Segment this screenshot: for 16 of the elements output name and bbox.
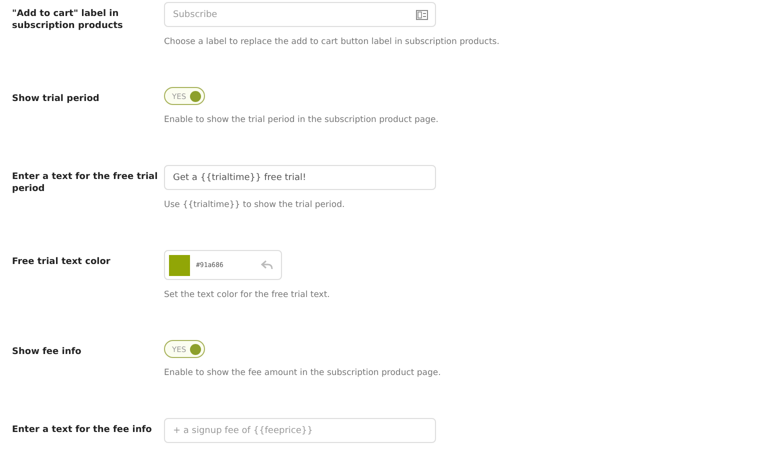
help-text: Enable to show the trial period in the subscription product page. [164, 114, 438, 127]
help-text: Set the text color for the free trial text. [164, 289, 330, 302]
color-swatch[interactable] [169, 254, 190, 276]
setting-label: "Add to cart" label in subscription products [12, 8, 124, 33]
setting-label: Show fee info [12, 346, 82, 359]
setting-label: Show trial period [12, 93, 100, 106]
reset-arrow-icon[interactable] [261, 260, 273, 270]
setting-label: Enter a text for the fee info [12, 424, 153, 437]
help-text: Use {{trialtime}} to show the trial period. [164, 199, 345, 212]
setting-label: Enter a text for the free trial period [12, 171, 159, 196]
help-text: Enable to show the fee amount in the subscription product page. [164, 367, 441, 380]
input-field[interactable]: Subscribe [164, 2, 436, 27]
setting-label: Free trial text color [12, 256, 112, 269]
input-field[interactable]: + a signup fee of {{feeprice}} [164, 418, 436, 443]
input-field[interactable]: Get a {{trialtime}} free trial! [164, 165, 436, 190]
help-text: Choose a label to replace the add to cart button label in subscription products. [164, 36, 500, 49]
